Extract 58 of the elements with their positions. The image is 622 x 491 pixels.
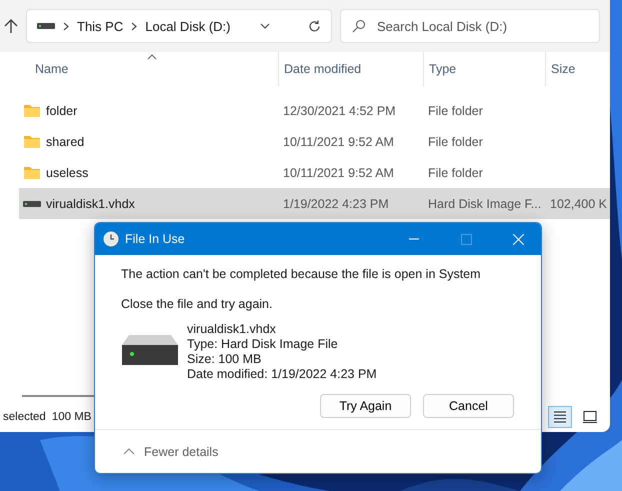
type-cell-text: Hard Disk Image F... [427,196,542,210]
maximize-icon [460,234,472,244]
type-cell-text: File folder [427,134,484,148]
file-row[interactable]: folder 12/30/2021 4:52 PM File folder [19,95,610,126]
status-size: 100 MB [52,411,92,423]
column-header[interactable]: Date modified [284,62,362,76]
tile-pane-icon [583,411,597,423]
file-name: virualdisk1.vhdx [187,322,277,337]
folder-icon [23,134,41,149]
file-size: Size: 100 MB [187,352,262,367]
file-row[interactable]: shared 10/11/2021 9:52 AM File folder [19,126,610,157]
breadcrumb[interactable]: This PC [77,18,124,34]
clock-icon [103,231,119,247]
breadcrumb[interactable]: Local Disk (D:) [145,18,230,34]
column-header[interactable]: Type [429,62,456,76]
date-cell-text: 12/30/2021 4:52 PM [282,104,397,118]
error-message: The action can't be completed because the file is open in System [121,267,482,281]
date-cell-text: 10/11/2021 9:52 AM [282,134,395,148]
instruction-text: Close the file and try again. [121,297,274,311]
cancel-button[interactable]: Cancel [423,394,514,418]
size-cell-text: 102,400 K [549,196,608,210]
up-arrow-icon[interactable] [4,18,18,34]
type-cell-text: File folder [427,166,484,180]
refresh-icon[interactable] [308,20,321,32]
dropdown-icon[interactable] [260,23,270,29]
date-cell-text: 10/11/2021 9:52 AM [282,166,395,180]
list-lines-icon [553,411,567,423]
file-type: Type: Hard Disk Image File [187,337,339,352]
address-bar[interactable]: This PC Local Disk (D:) [26,9,332,43]
sort-caret-icon [147,54,157,60]
file-row[interactable]: virualdisk1.vhdx 1/19/2022 4:23 PM Hard Disk Image F... 102,400 K [19,188,610,219]
close-icon [512,234,524,244]
date-cell-text: 1/19/2022 4:23 PM [282,196,390,210]
column-header[interactable]: Size [551,62,576,76]
column-header[interactable]: Name [35,62,68,76]
dialog-title: File In Use [125,232,186,246]
try-again-button[interactable]: Try Again [320,394,411,418]
file-date: Date modified: 1/19/2022 4:23 PM [187,367,377,382]
search-icon [352,19,366,33]
folder-icon [23,103,41,118]
file-name: virualdisk1.vhdx [46,196,135,210]
chevron-icon [131,22,138,30]
file-name: shared [46,134,84,148]
drive-icon [37,23,55,29]
details-view-button[interactable] [548,406,572,428]
details-toggle[interactable]: Fewer details [123,444,218,458]
drive-icon [23,200,41,206]
chevron-icon [63,22,69,30]
folder-icon [23,165,41,180]
hard-drive-icon [121,334,179,366]
search-field[interactable]: Search Local Disk (D:) [340,9,600,43]
type-cell-text: File folder [427,104,484,118]
status-text: selected [3,411,46,423]
file-name: folder [46,104,78,118]
chevron-icon [123,448,135,455]
file-name: useless [46,166,88,180]
file-row[interactable]: useless 10/11/2021 9:52 AM File folder [19,157,610,188]
minimize-icon [409,238,419,240]
